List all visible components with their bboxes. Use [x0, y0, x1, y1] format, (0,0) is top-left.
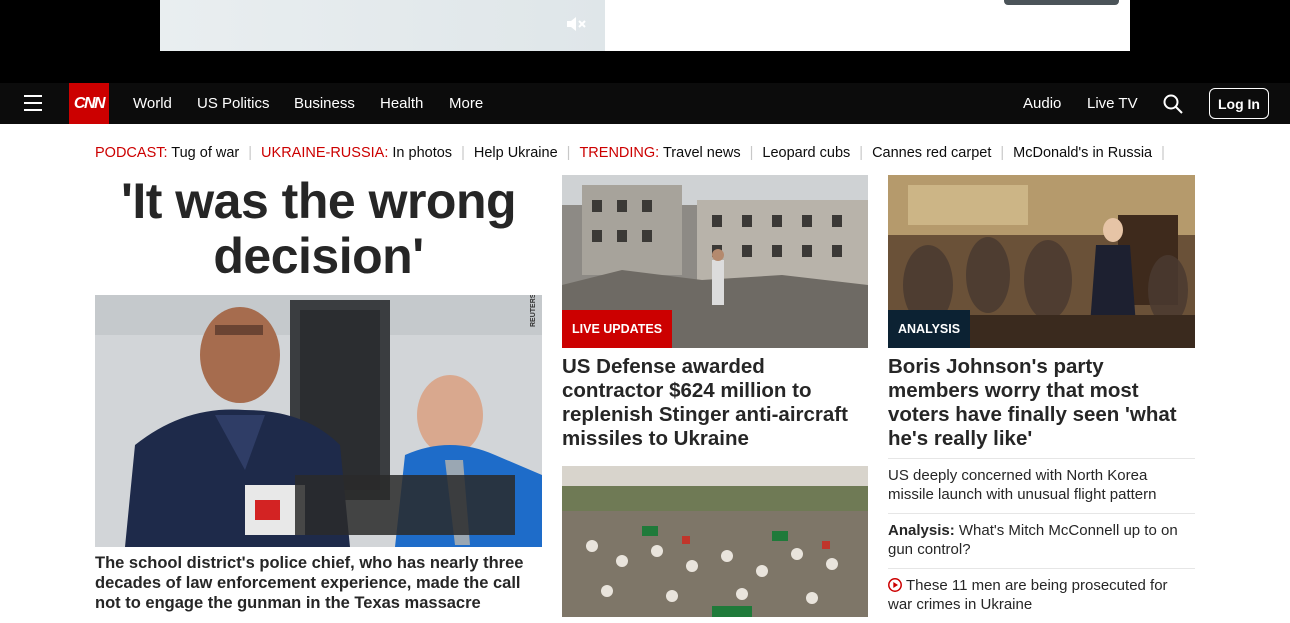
nav-link-health[interactable]: Health — [380, 83, 423, 124]
ad-cta-button[interactable] — [1004, 0, 1119, 5]
lead-story-image[interactable]: REUTERS — [95, 295, 542, 547]
divider: | — [749, 145, 754, 161]
hamburger-menu-icon[interactable] — [24, 95, 42, 111]
boris-johnson-image[interactable]: ANALYSIS — [888, 175, 1195, 348]
photo-credit: REUTERS — [530, 295, 537, 327]
trending-item[interactable]: TRENDING: Travel news — [579, 145, 740, 161]
middle-headline[interactable]: US Defense awarded contractor $624 milli… — [562, 355, 868, 451]
ukraine-rubble-image[interactable]: LIVE UPDATES — [562, 175, 868, 348]
log-in-button[interactable]: Log In — [1209, 88, 1269, 119]
divider: | — [566, 145, 571, 161]
divider: | — [1161, 145, 1165, 161]
nav-link-audio[interactable]: Audio — [1023, 83, 1061, 124]
nav-link-more[interactable]: More — [449, 83, 483, 124]
right-story-list: US deeply concerned with North Korea mis… — [888, 458, 1195, 623]
trending-item[interactable]: UKRAINE-RUSSIA: In photos — [261, 145, 452, 161]
divider: | — [859, 145, 864, 161]
search-icon[interactable] — [1162, 93, 1184, 115]
divider: | — [1000, 145, 1005, 161]
list-item[interactable]: These 11 men are being prosecuted for wa… — [888, 568, 1195, 623]
analysis-label: Analysis: — [888, 522, 955, 539]
play-icon — [888, 578, 902, 592]
nav-link-world[interactable]: World — [133, 83, 172, 124]
right-headline[interactable]: Boris Johnson's party members worry that… — [888, 355, 1195, 451]
ad-video[interactable] — [160, 0, 605, 51]
press-conference-photo — [95, 295, 542, 547]
crowd-photo — [562, 466, 868, 617]
lead-caption[interactable]: The school district's police chief, who … — [95, 553, 542, 613]
lead-headline[interactable]: 'It was the wrong decision' — [95, 174, 542, 284]
list-item[interactable]: Analysis: What's Mitch McConnell up to o… — [888, 513, 1195, 568]
trending-item[interactable]: Cannes red carpet — [872, 145, 991, 161]
trending-item[interactable]: Help Ukraine — [474, 145, 558, 161]
trending-item[interactable]: Leopard cubs — [762, 145, 850, 161]
divider: | — [461, 145, 465, 161]
ad-container[interactable] — [160, 0, 1130, 51]
list-item[interactable]: US deeply concerned with North Korea mis… — [888, 458, 1195, 513]
nav-link-live-tv[interactable]: Live TV — [1087, 83, 1138, 124]
trending-item[interactable]: PODCAST: Tug of war — [95, 145, 239, 161]
trending-bar: PODCAST: Tug of war | UKRAINE-RUSSIA: In… — [95, 143, 1174, 163]
live-updates-badge: LIVE UPDATES — [562, 310, 673, 348]
trending-item[interactable]: McDonald's in Russia — [1013, 145, 1152, 161]
nav-link-us-politics[interactable]: US Politics — [197, 83, 270, 124]
analysis-badge: ANALYSIS — [888, 310, 971, 348]
cnn-logo[interactable]: CNN — [69, 83, 109, 124]
divider: | — [248, 145, 253, 161]
nav-link-business[interactable]: Business — [294, 83, 355, 124]
mute-icon[interactable] — [564, 12, 588, 36]
rally-crowd-image[interactable] — [562, 466, 868, 617]
ad-banner — [0, 0, 1290, 83]
top-nav: CNN World US Politics Business Health Mo… — [0, 83, 1290, 124]
